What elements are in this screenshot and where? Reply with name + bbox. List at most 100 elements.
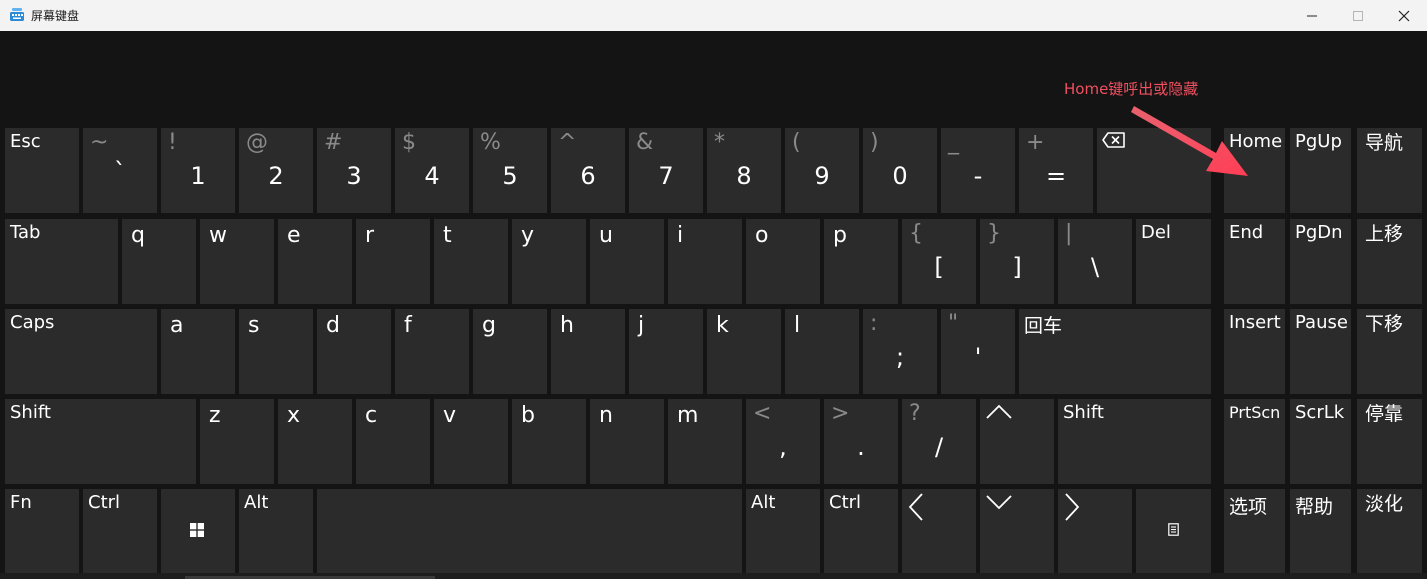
key-letter: e xyxy=(287,223,301,248)
key-c[interactable]: c xyxy=(356,399,430,484)
key-3[interactable]: #3 xyxy=(317,128,391,213)
key-ctrl-left[interactable]: Ctrl xyxy=(83,489,157,574)
key-page-up[interactable]: PgUp xyxy=(1290,128,1351,213)
key-d[interactable]: d xyxy=(317,309,391,394)
key-v[interactable]: v xyxy=(434,399,508,484)
key-x[interactable]: x xyxy=(278,399,352,484)
key-label: 停靠 xyxy=(1365,403,1404,425)
key-windows[interactable] xyxy=(161,489,235,574)
key-6[interactable]: ^ 6 xyxy=(551,128,625,213)
arrow-left-icon xyxy=(908,493,923,521)
key-shift-right[interactable]: Shift xyxy=(1058,399,1211,484)
key-8[interactable]: * 8 xyxy=(707,128,781,213)
key-print-screen[interactable]: PrtScn xyxy=(1224,399,1285,484)
minimize-button[interactable] xyxy=(1289,0,1335,31)
key-alt-left[interactable]: Alt xyxy=(239,489,313,574)
key-nav[interactable]: 导航 xyxy=(1357,128,1422,213)
key-delete[interactable]: Del xyxy=(1136,219,1211,304)
key-backtick[interactable]: ~ ` xyxy=(83,128,157,213)
key-insert[interactable]: Insert xyxy=(1224,309,1285,394)
maximize-button[interactable] xyxy=(1335,0,1381,31)
key-main-label: 7 xyxy=(658,162,674,190)
key-comma[interactable]: <, xyxy=(746,399,820,484)
key-space[interactable] xyxy=(317,489,742,574)
key-main-label: 9 xyxy=(814,162,830,190)
key-1[interactable]: ! 1 xyxy=(161,128,235,213)
key-scroll-lock[interactable]: ScrLk xyxy=(1290,399,1351,484)
key-arrow-down[interactable] xyxy=(980,489,1054,574)
key-quote[interactable]: " ' xyxy=(941,309,1015,394)
key-left-bracket[interactable]: {[ xyxy=(902,219,976,304)
key-minus[interactable]: _ - xyxy=(941,128,1015,213)
key-label: 下移 xyxy=(1365,313,1404,335)
key-s[interactable]: s xyxy=(239,309,313,394)
key-esc[interactable]: Esc xyxy=(5,128,79,213)
key-semicolon[interactable]: :; xyxy=(863,309,937,394)
key-arrow-right[interactable] xyxy=(1058,489,1132,574)
key-2[interactable]: @2 xyxy=(239,128,313,213)
key-help[interactable]: 帮助 xyxy=(1290,489,1351,574)
key-q[interactable]: q xyxy=(122,219,196,304)
key-o[interactable]: o xyxy=(746,219,820,304)
key-k[interactable]: k xyxy=(707,309,781,394)
key-move-up[interactable]: 上移 xyxy=(1357,219,1422,304)
key-i[interactable]: i xyxy=(668,219,742,304)
key-4[interactable]: $4 xyxy=(395,128,469,213)
key-9[interactable]: (9 xyxy=(785,128,859,213)
key-end[interactable]: End xyxy=(1224,219,1285,304)
key-letter: n xyxy=(599,403,613,428)
key-label: 回车 xyxy=(1024,315,1063,337)
key-f[interactable]: f xyxy=(395,309,469,394)
key-r[interactable]: r xyxy=(356,219,430,304)
key-e[interactable]: e xyxy=(278,219,352,304)
key-shift-left[interactable]: Shift xyxy=(5,399,196,484)
key-label: Esc xyxy=(10,131,41,152)
key-tab[interactable]: Tab xyxy=(5,219,118,304)
key-5[interactable]: % 5 xyxy=(473,128,547,213)
key-fn[interactable]: Fn xyxy=(5,489,79,574)
key-n[interactable]: n xyxy=(590,399,664,484)
key-p[interactable]: p xyxy=(824,219,898,304)
key-t[interactable]: t xyxy=(434,219,508,304)
key-w[interactable]: w xyxy=(200,219,274,304)
key-letter: j xyxy=(638,313,645,338)
key-main-label: ' xyxy=(974,343,982,371)
key-move-down[interactable]: 下移 xyxy=(1357,309,1422,394)
close-button[interactable] xyxy=(1381,0,1427,31)
context-menu-icon xyxy=(1168,523,1179,536)
key-g[interactable]: g xyxy=(473,309,547,394)
key-enter[interactable]: 回车 xyxy=(1019,309,1211,394)
key-alt-right[interactable]: Alt xyxy=(746,489,820,574)
key-h[interactable]: h xyxy=(551,309,625,394)
key-m[interactable]: m xyxy=(668,399,742,484)
key-ctrl-right[interactable]: Ctrl xyxy=(824,489,898,574)
key-right-bracket[interactable]: }] xyxy=(980,219,1054,304)
key-0[interactable]: ) 0 xyxy=(863,128,937,213)
key-arrow-left[interactable] xyxy=(902,489,976,574)
key-context-menu[interactable] xyxy=(1136,489,1211,574)
key-pause[interactable]: Pause xyxy=(1290,309,1351,394)
key-page-down[interactable]: PgDn xyxy=(1290,219,1351,304)
maximize-icon xyxy=(1353,10,1363,21)
key-fade[interactable]: 淡化 xyxy=(1357,489,1422,574)
key-7[interactable]: & 7 xyxy=(629,128,703,213)
key-dock[interactable]: 停靠 xyxy=(1357,399,1422,484)
key-shift-label: } xyxy=(987,221,1001,246)
key-main-label: ; xyxy=(895,343,905,371)
key-slash[interactable]: ? / xyxy=(902,399,976,484)
key-y[interactable]: y xyxy=(512,219,586,304)
key-b[interactable]: b xyxy=(512,399,586,484)
key-a[interactable]: a xyxy=(161,309,235,394)
key-u[interactable]: u xyxy=(590,219,664,304)
key-arrow-up[interactable] xyxy=(980,399,1054,484)
key-period[interactable]: >. xyxy=(824,399,898,484)
key-options[interactable]: 选项 xyxy=(1224,489,1285,574)
key-label: PrtScn xyxy=(1229,403,1281,422)
key-label: 导航 xyxy=(1365,132,1404,154)
key-j[interactable]: j xyxy=(629,309,703,394)
key-caps-lock[interactable]: Caps xyxy=(5,309,157,394)
key-z[interactable]: z xyxy=(200,399,274,484)
key-l[interactable]: l xyxy=(785,309,859,394)
key-equals[interactable]: + = xyxy=(1019,128,1093,213)
key-backslash[interactable]: | \ xyxy=(1058,219,1132,304)
